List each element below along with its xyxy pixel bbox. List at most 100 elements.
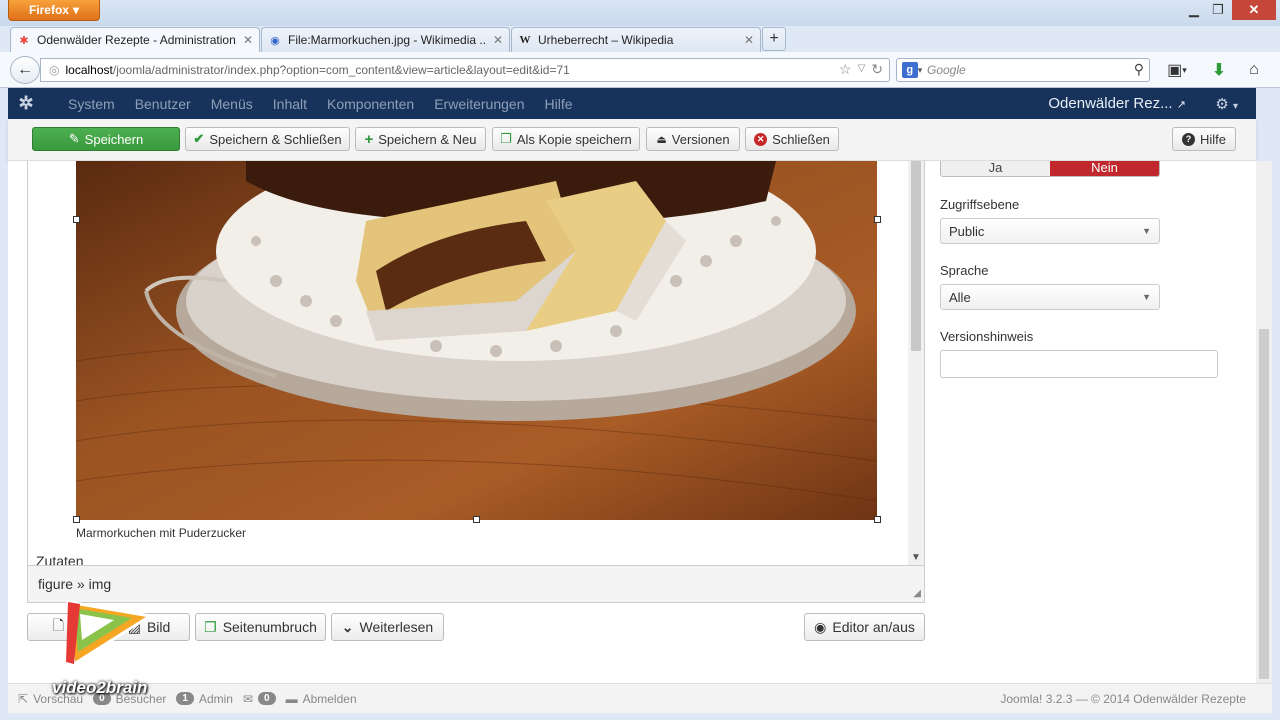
readmore-button[interactable]: ⌄ Weiterlesen <box>331 613 444 641</box>
save-new-label: Speichern & Neu <box>378 131 477 147</box>
page-scrollbar[interactable] <box>1256 161 1272 683</box>
resize-handle[interactable] <box>473 516 480 523</box>
bookmarks-menu-button[interactable]: ▣ ▾ <box>1160 60 1194 80</box>
search-bar[interactable]: g ▾ Google ⚲ <box>896 58 1150 82</box>
menu-komponenten[interactable]: Komponenten <box>327 96 414 112</box>
menu-benutzer[interactable]: Benutzer <box>135 96 191 112</box>
edit-icon: ✎ <box>68 131 80 146</box>
scroll-down-arrow-icon[interactable]: ▼ <box>911 552 921 563</box>
toggle-editor-button[interactable]: ◉ Editor an/aus <box>804 613 925 641</box>
new-tab-button[interactable]: + <box>762 27 786 51</box>
save-copy-button[interactable]: ❐ Als Kopie speichern <box>492 127 640 151</box>
reload-icon[interactable]: ↻ <box>871 61 883 78</box>
pagebreak-button[interactable]: ❐ Seitenumbruch <box>195 613 326 641</box>
save-close-button[interactable]: ✔ Speichern & Schließen <box>185 127 350 151</box>
language-label: Sprache <box>940 263 989 278</box>
menu-inhalt[interactable]: Inhalt <box>273 96 307 112</box>
back-button[interactable]: ← <box>10 56 40 84</box>
editor-scroll-thumb[interactable] <box>911 161 921 351</box>
maximize-button[interactable]: ❐ <box>1204 0 1232 20</box>
copy-icon: ❐ <box>204 618 217 635</box>
admin-label: Admin <box>198 691 233 706</box>
search-placeholder: Google <box>927 63 966 77</box>
access-level-label: Zugriffsebene <box>940 197 1020 212</box>
back-arrow-icon: ← <box>17 61 33 78</box>
resize-grip-icon[interactable]: ◢ <box>913 588 921 599</box>
resize-handle[interactable] <box>874 516 881 523</box>
logout-link[interactable]: ▬ Abmelden <box>286 692 357 706</box>
close-tab-icon[interactable]: ✕ <box>493 33 503 47</box>
tab-bar: ✱ Odenwälder Rezepte - Administration...… <box>0 26 1280 52</box>
article-toolbar: ✎ Speichern ✔ Speichern & Schließen + Sp… <box>8 119 1256 161</box>
video2brain-watermark: video2brain <box>50 592 200 702</box>
tab-title: File:Marmorkuchen.jpg - Wikimedia ... <box>288 33 487 47</box>
tab-wikimedia-file[interactable]: ◉ File:Marmorkuchen.jpg - Wikimedia ... … <box>261 27 510 52</box>
element-path[interactable]: figure » img <box>38 576 111 592</box>
tab-wikipedia[interactable]: W Urheberrecht – Wikipedia ✕ <box>511 27 761 52</box>
external-link-icon: ↗ <box>1176 99 1186 111</box>
editor-scrollbar[interactable]: ▼ <box>908 161 924 565</box>
joomla-logo-icon[interactable]: ✲ <box>8 93 44 114</box>
editor-body[interactable]: Marmorkuchen mit Puderzucker Zutaten <box>28 161 908 565</box>
archive-icon: ⏏ <box>656 133 667 146</box>
url-host: localhost <box>65 63 113 77</box>
messages-status[interactable]: ✉ 0 <box>243 692 276 706</box>
bookmark-star-icon[interactable]: ☆ <box>839 61 852 78</box>
help-button[interactable]: ? Hilfe <box>1172 127 1236 151</box>
menu-menues[interactable]: Menüs <box>211 96 253 112</box>
navigation-toolbar: ◎ localhost/joomla/administrator/index.p… <box>0 52 1280 88</box>
menu-hilfe[interactable]: Hilfe <box>544 96 572 112</box>
video2brain-logo-icon <box>66 600 155 667</box>
url-bar[interactable]: ◎ localhost/joomla/administrator/index.p… <box>40 58 890 82</box>
firefox-menu-label: Firefox <box>28 3 69 17</box>
eye-icon: ◉ <box>814 618 827 635</box>
caret-down-icon: ▼ <box>1142 292 1151 302</box>
toggle-no-option[interactable]: Nein <box>1050 161 1159 176</box>
toggle-yes-option[interactable]: Ja <box>941 161 1050 176</box>
search-magnifier-icon[interactable]: ⚲ <box>1134 61 1144 78</box>
close-tab-icon[interactable]: ✕ <box>243 33 253 47</box>
site-link[interactable]: Odenwälder Rez... ↗ <box>1048 95 1186 112</box>
downloads-button[interactable]: ⬇ <box>1208 60 1230 80</box>
close-tab-icon[interactable]: ✕ <box>744 33 754 47</box>
copyright-text: Joomla! 3.2.3 — © 2014 Odenwälder Rezept… <box>1000 691 1246 706</box>
tab-joomla-admin[interactable]: ✱ Odenwälder Rezepte - Administration...… <box>10 27 260 52</box>
close-button[interactable]: ✕ Schließen <box>745 127 839 151</box>
user-menu[interactable]: ⚙ ▾ <box>1215 95 1238 113</box>
firefox-menu-button[interactable]: Firefox ▾ <box>8 0 100 21</box>
window-titlebar: Firefox ▾ ▁ ❐ ✕ <box>0 0 1280 26</box>
featured-toggle[interactable]: Ja Nein <box>940 161 1160 177</box>
search-engine-selector[interactable]: g ▾ <box>897 59 927 81</box>
language-select[interactable]: Alle ▼ <box>940 284 1160 310</box>
editor-heading-zutaten[interactable]: Zutaten <box>36 553 83 565</box>
wysiwyg-editor[interactable]: Marmorkuchen mit Puderzucker Zutaten ▼ f… <box>27 161 925 603</box>
access-level-value: Public <box>949 223 985 239</box>
menu-erweiterungen[interactable]: Erweiterungen <box>434 96 524 112</box>
pagebreak-label: Seitenumbruch <box>222 619 317 635</box>
plus-icon: + <box>364 130 374 148</box>
image-caption[interactable]: Marmorkuchen mit Puderzucker <box>76 526 246 540</box>
chevron-down-icon: ⌄ <box>341 618 354 635</box>
messages-count-badge: 0 <box>258 692 276 705</box>
resize-handle[interactable] <box>73 516 80 523</box>
close-window-button[interactable]: ✕ <box>1232 0 1276 20</box>
resize-handle[interactable] <box>874 216 881 223</box>
page-scroll-thumb[interactable] <box>1259 329 1269 679</box>
marble-cake-image[interactable] <box>76 161 877 520</box>
version-note-input[interactable] <box>940 350 1218 378</box>
url-dropdown-icon[interactable]: ▽ <box>858 63 866 78</box>
resize-handle[interactable] <box>73 216 80 223</box>
save-button[interactable]: ✎ Speichern <box>32 127 180 151</box>
home-icon: ⌂ <box>1249 61 1259 78</box>
tab-title: Odenwälder Rezepte - Administration... <box>37 33 237 47</box>
save-new-button[interactable]: + Speichern & Neu <box>355 127 486 151</box>
versions-button[interactable]: ⏏ Versionen <box>646 127 740 151</box>
home-button[interactable]: ⌂ <box>1242 60 1266 80</box>
tab-title: Urheberrecht – Wikipedia <box>538 33 674 47</box>
save-close-label: Speichern & Schließen <box>209 131 342 147</box>
google-icon: g <box>901 62 918 78</box>
access-level-select[interactable]: Public ▼ <box>940 218 1160 244</box>
plus-icon: + <box>769 30 779 47</box>
menu-system[interactable]: System <box>68 96 115 112</box>
save-copy-label: Als Kopie speichern <box>516 131 632 147</box>
